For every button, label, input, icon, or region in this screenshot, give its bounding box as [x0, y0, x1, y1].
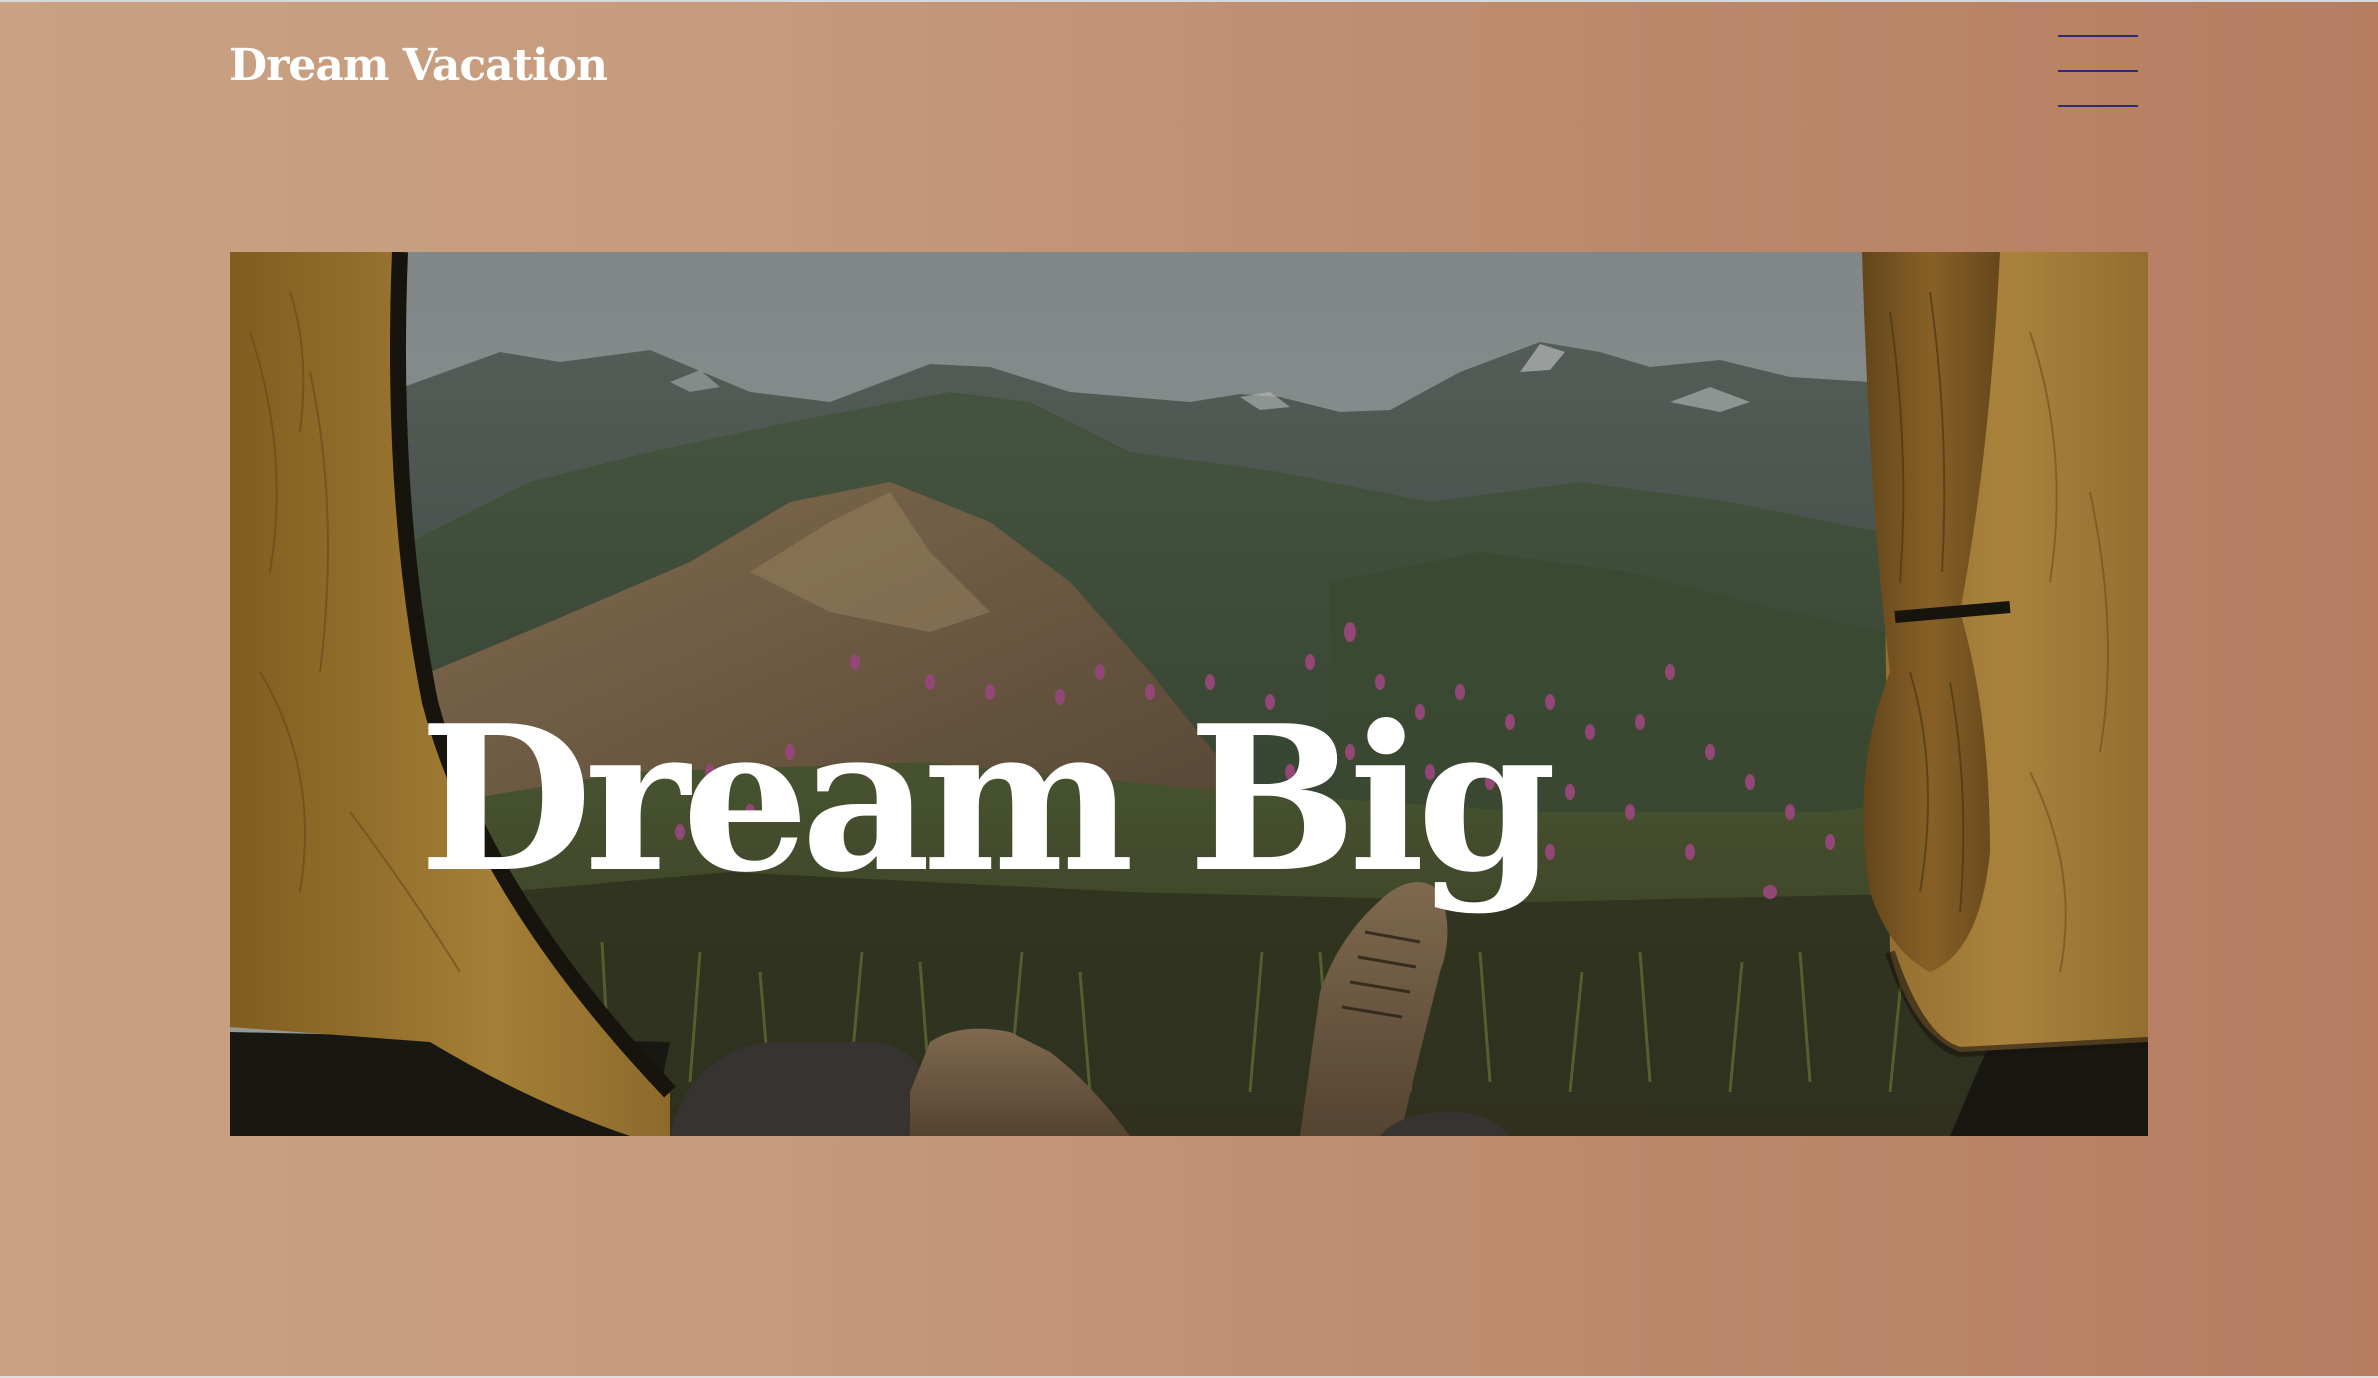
hero-heading: Dream Big [419, 682, 1557, 917]
top-border-line [0, 0, 2378, 2]
menu-line-middle [2058, 70, 2138, 72]
hamburger-menu-icon[interactable] [2048, 28, 2142, 114]
menu-line-top [2058, 35, 2138, 37]
menu-line-bottom [2058, 105, 2138, 107]
brand-logo[interactable]: Dream Vacation [229, 40, 608, 93]
hero-banner: Dream Big [230, 252, 2148, 1136]
